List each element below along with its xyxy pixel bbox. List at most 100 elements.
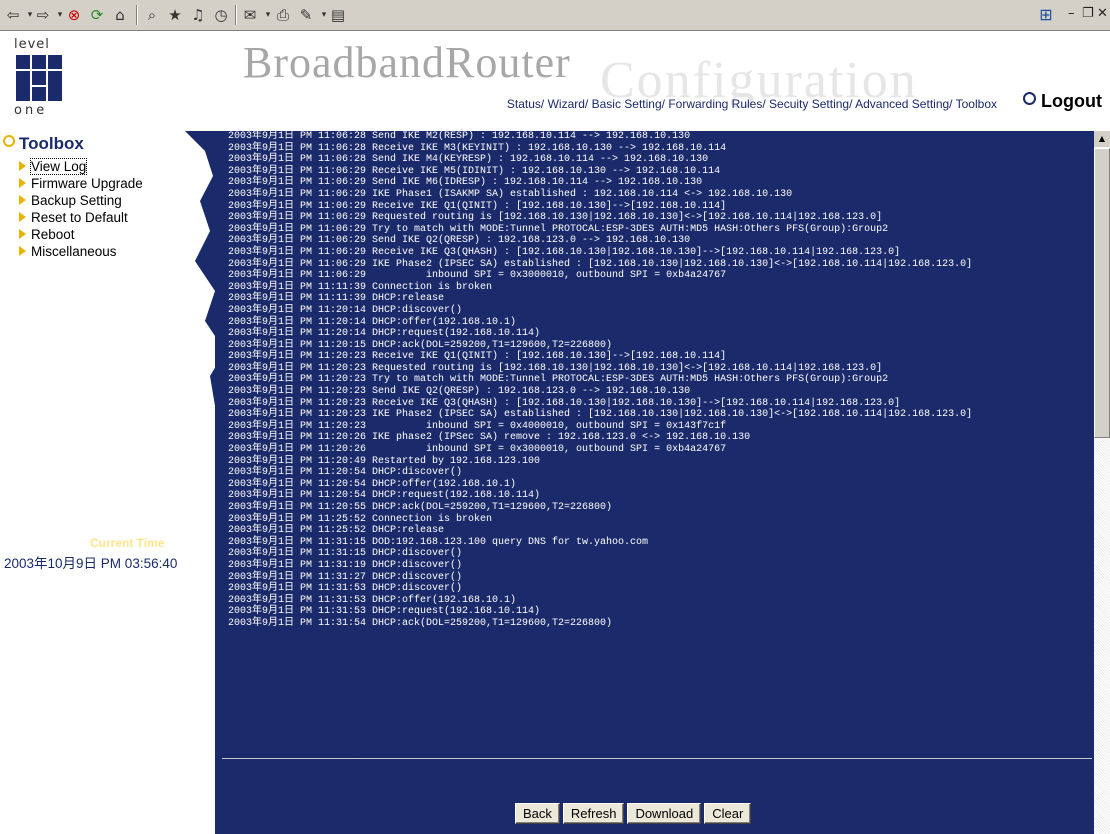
log-line: 2003年9月1日 PM 11:06:29 Send IKE M6(IDRESP…	[228, 177, 703, 189]
sidebar-item-label: Miscellaneous	[31, 244, 117, 259]
sidebar: Toolbox View Log Firmware Upgrade Backup…	[0, 131, 215, 834]
logo-top-text: level	[14, 37, 50, 52]
divider	[222, 758, 1092, 759]
scroll-up-icon[interactable]: ▲	[1094, 131, 1110, 147]
toolbox-ring-icon	[3, 135, 15, 147]
log-line: 2003年9月1日 PM 11:06:28 Send IKE M2(RESP) …	[228, 131, 691, 142]
log-line: 2003年9月1日 PM 11:20:26 IKE phase2 (IPSec …	[228, 432, 751, 444]
edit-icon[interactable]: ✎	[296, 5, 316, 25]
log-line: 2003年9月1日 PM 11:20:23 Requested routing …	[228, 362, 883, 374]
refresh-button[interactable]: Refresh	[562, 803, 625, 824]
discuss-icon[interactable]: ▤	[328, 5, 348, 25]
scrollbar-thumb[interactable]	[1094, 148, 1110, 438]
sidebar-item-view-log[interactable]: View Log	[19, 158, 143, 175]
log-line: 2003年9月1日 PM 11:20:26 inbound SPI = 0x30…	[228, 444, 727, 456]
back-button[interactable]: Back	[515, 803, 560, 824]
browser-toolbar: ⇦ ▾ ⇨ ▾ ⊗ ⟳ ⌂ ⌕ ★ ♫ ◷ ✉ ▾ ⎙ ✎ ▾ ▤ ⊞ – ❐ …	[0, 0, 1110, 31]
log-line: 2003年9月1日 PM 11:06:29 inbound SPI = 0x30…	[228, 270, 727, 282]
log-line: 2003年9月1日 PM 11:06:29 Send IKE Q2(QRESP)…	[228, 235, 691, 247]
log-line: 2003年9月1日 PM 11:11:39 DHCP:release	[228, 293, 445, 305]
log-line: 2003年9月1日 PM 11:20:54 DHCP:offer(192.168…	[228, 478, 517, 490]
arrow-right-icon	[19, 246, 26, 256]
mail-icon[interactable]: ✉	[240, 5, 260, 25]
log-line: 2003年9月1日 PM 11:31:19 DHCP:discover()	[228, 559, 463, 571]
arrow-right-icon	[19, 229, 26, 239]
log-list: 2003年9月1日 PM 11:06:28 Send IKE M2(RESP) …	[228, 131, 1094, 721]
log-line: 2003年9月1日 PM 11:20:23 Receive IKE Q3(QHA…	[228, 397, 901, 409]
nav-toolbox[interactable]: Toolbox	[956, 97, 997, 111]
log-line: 2003年9月1日 PM 11:31:15 DOD:192.168.123.10…	[228, 536, 649, 548]
arrow-right-icon	[19, 178, 26, 188]
download-button[interactable]: Download	[627, 803, 702, 824]
sidebar-item-label: Backup Setting	[31, 193, 122, 208]
sidebar-item-reboot[interactable]: Reboot	[19, 226, 143, 243]
nav-basic-setting[interactable]: Basic Setting/	[592, 97, 665, 111]
nav-advanced-setting[interactable]: Advanced Setting/	[855, 97, 952, 111]
arrow-right-icon	[19, 195, 26, 205]
log-line: 2003年9月1日 PM 11:31:15 DHCP:discover()	[228, 548, 463, 560]
current-time-label: Current Time	[90, 536, 165, 550]
log-line: 2003年9月1日 PM 11:20:49 Restarted by 192.1…	[228, 455, 541, 467]
log-line: 2003年9月1日 PM 11:31:53 DHCP:offer(192.168…	[228, 594, 517, 606]
favorites-icon[interactable]: ★	[165, 5, 185, 25]
logo-bottom-text: one	[14, 103, 48, 118]
print-icon[interactable]: ⎙	[273, 5, 293, 25]
page-header: level one Configuration BroadbandRouter …	[0, 31, 1110, 124]
restore-icon[interactable]: ❐	[1082, 6, 1094, 21]
log-line: 2003年9月1日 PM 11:25:52 Connection is brok…	[228, 513, 493, 525]
brand-logo: level one	[14, 37, 74, 119]
logout-label: Logout	[1041, 91, 1102, 111]
clear-button[interactable]: Clear	[704, 803, 752, 824]
nav-security-setting[interactable]: Secuity Setting/	[769, 97, 852, 111]
nav-status[interactable]: Status/	[507, 97, 544, 111]
sidebar-item-label: Firmware Upgrade	[31, 176, 143, 191]
log-line: 2003年9月1日 PM 11:20:54 DHCP:discover()	[228, 467, 463, 479]
log-line: 2003年9月1日 PM 11:06:29 IKE Phase2 (IPSEC …	[228, 258, 973, 270]
media-icon[interactable]: ♫	[188, 5, 208, 25]
log-line: 2003年9月1日 PM 11:20:14 DHCP:offer(192.168…	[228, 316, 517, 328]
log-line: 2003年9月1日 PM 11:20:23 IKE Phase2 (IPSEC …	[228, 409, 973, 421]
sidebar-item-miscellaneous[interactable]: Miscellaneous	[19, 243, 143, 260]
minimize-icon[interactable]: –	[1068, 6, 1075, 21]
log-line: 2003年9月1日 PM 11:20:23 Try to match with …	[228, 374, 889, 386]
sidebar-item-firmware-upgrade[interactable]: Firmware Upgrade	[19, 175, 143, 192]
log-line: 2003年9月1日 PM 11:20:23 Receive IKE Q1(QIN…	[228, 351, 727, 363]
sidebar-menu: View Log Firmware Upgrade Backup Setting…	[19, 158, 143, 260]
log-line: 2003年9月1日 PM 11:20:23 inbound SPI = 0x40…	[228, 420, 727, 432]
nav-forwarding-rules[interactable]: Forwarding Rules/	[668, 97, 765, 111]
log-actions: Back Refresh Download Clear	[515, 803, 754, 824]
log-line: 2003年9月1日 PM 11:06:28 Receive IKE M3(KEY…	[228, 142, 727, 154]
logout-link[interactable]: Logout	[1023, 91, 1102, 112]
log-line: 2003年9月1日 PM 11:06:29 Receive IKE Q1(QIN…	[228, 200, 727, 212]
stop-icon[interactable]: ⊗	[64, 5, 84, 25]
sidebar-item-reset-to-default[interactable]: Reset to Default	[19, 209, 143, 226]
log-line: 2003年9月1日 PM 11:06:28 Send IKE M4(KEYRES…	[228, 154, 709, 166]
toolbar-separator	[235, 5, 237, 25]
log-line: 2003年9月1日 PM 11:31:53 DHCP:discover()	[228, 583, 463, 595]
log-line: 2003年9月1日 PM 11:31:53 DHCP:request(192.1…	[228, 606, 541, 618]
close-icon[interactable]: ✕	[1097, 6, 1108, 21]
windows-logo-icon: ⊞	[1039, 5, 1053, 24]
home-icon[interactable]: ⌂	[110, 5, 130, 25]
log-line: 2003年9月1日 PM 11:20:15 DHCP:ack(DOL=25920…	[228, 339, 613, 351]
log-line: 2003年9月1日 PM 11:20:23 Send IKE Q2(QRESP)…	[228, 386, 691, 398]
arrow-right-icon	[19, 161, 26, 171]
history-icon[interactable]: ◷	[211, 5, 231, 25]
nav-wizard[interactable]: Wizard/	[548, 97, 589, 111]
log-line: 2003年9月1日 PM 11:25:52 DHCP:release	[228, 525, 445, 537]
log-line: 2003年9月1日 PM 11:31:54 DHCP:ack(DOL=25920…	[228, 617, 613, 629]
current-time-value: 2003年10月9日 PM 03:56:40	[4, 556, 178, 571]
log-line: 2003年9月1日 PM 11:06:29 IKE Phase1 (ISAKMP…	[228, 188, 793, 200]
search-icon[interactable]: ⌕	[142, 5, 162, 25]
sidebar-title: Toolbox	[3, 134, 84, 154]
log-line: 2003年9月1日 PM 11:06:29 Receive IKE Q3(QHA…	[228, 246, 901, 258]
logo-grid-icon	[16, 55, 62, 101]
refresh-icon[interactable]: ⟳	[87, 5, 107, 25]
log-line: 2003年9月1日 PM 11:11:39 Connection is brok…	[228, 281, 493, 293]
toolbar-separator	[136, 5, 138, 25]
sidebar-title-text: Toolbox	[19, 134, 84, 153]
sidebar-item-label: Reset to Default	[31, 210, 128, 225]
sidebar-item-backup-setting[interactable]: Backup Setting	[19, 192, 143, 209]
log-line: 2003年9月1日 PM 11:06:29 Requested routing …	[228, 212, 883, 224]
top-navigation: Status/ Wizard/ Basic Setting/ Forwardin…	[507, 97, 997, 111]
